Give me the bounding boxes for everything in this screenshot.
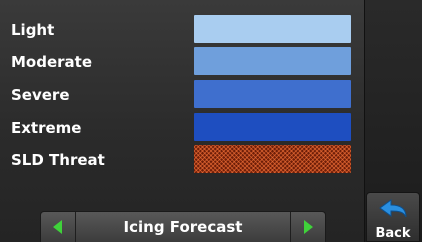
- back-button-label: Back: [375, 226, 411, 241]
- left-arrow-icon: [53, 220, 62, 234]
- legend-swatch-light: [194, 15, 351, 43]
- legend-label-extreme: Extreme: [11, 119, 82, 137]
- legend-label-light: Light: [11, 21, 55, 39]
- product-title[interactable]: Icing Forecast: [76, 212, 290, 242]
- legend-swatch-moderate: [194, 47, 351, 75]
- previous-product-button[interactable]: [41, 212, 76, 242]
- legend-label-sld-threat: SLD Threat: [11, 151, 105, 169]
- legend-swatch-extreme: [194, 113, 351, 141]
- back-button[interactable]: Back: [366, 192, 420, 242]
- product-selector: Icing Forecast: [40, 211, 326, 242]
- legend-swatch-severe: [194, 80, 351, 108]
- legend-label-moderate: Moderate: [11, 53, 93, 71]
- legend-swatch-sld-threat: [194, 145, 351, 173]
- legend-label-severe: Severe: [11, 86, 70, 104]
- back-arrow-icon: [379, 199, 407, 218]
- right-arrow-icon: [304, 220, 313, 234]
- next-product-button[interactable]: [290, 212, 325, 242]
